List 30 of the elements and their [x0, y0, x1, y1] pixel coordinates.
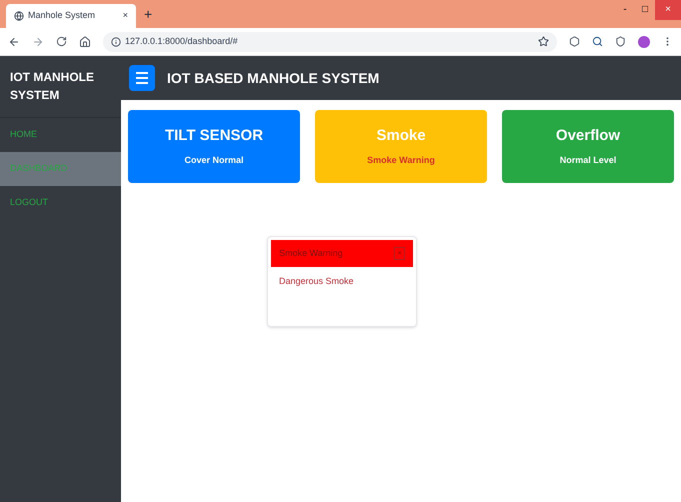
tab-close[interactable]: ×	[122, 9, 128, 23]
menu-button[interactable]	[129, 65, 155, 91]
address-bar[interactable]: 127.0.0.1:8000/dashboard/#	[103, 32, 557, 52]
browser-tab[interactable]: Manhole System ×	[6, 4, 136, 28]
shield-icon[interactable]	[615, 36, 626, 47]
header-title: IOT BASED MANHOLE SYSTEM	[167, 68, 380, 88]
home-icon[interactable]	[79, 36, 91, 48]
sidebar-title: IOT MANHOLE SYSTEM	[10, 69, 95, 104]
extension-icon[interactable]	[569, 36, 580, 47]
alert-title: Smoke Warning	[279, 246, 344, 260]
card-status: Normal Level	[560, 154, 616, 166]
sidebar-item[interactable]: LOGOUT	[0, 186, 121, 220]
search-extension-icon[interactable]	[592, 36, 603, 47]
close-button[interactable]: ×	[655, 0, 681, 20]
card-title: TILT SENSOR	[164, 126, 264, 146]
sidebar-item[interactable]: HOME	[0, 118, 121, 152]
card-status: Cover Normal	[184, 154, 244, 166]
maximize-button[interactable]: □	[635, 0, 655, 20]
card-title: Overflow	[556, 126, 620, 146]
card-title: Smoke	[376, 126, 426, 146]
new-tab-button[interactable]: +	[144, 4, 152, 24]
card-status: Smoke Warning	[367, 154, 435, 167]
minimize-button[interactable]: -	[615, 0, 635, 20]
reload-icon[interactable]	[56, 36, 67, 47]
tab-title: Manhole System	[28, 9, 96, 22]
back-icon[interactable]	[8, 36, 20, 48]
alert-message: Dangerous Smoke	[278, 275, 355, 288]
forward-icon[interactable]	[32, 36, 44, 48]
globe-icon	[14, 11, 24, 21]
profile-avatar[interactable]	[638, 36, 650, 48]
